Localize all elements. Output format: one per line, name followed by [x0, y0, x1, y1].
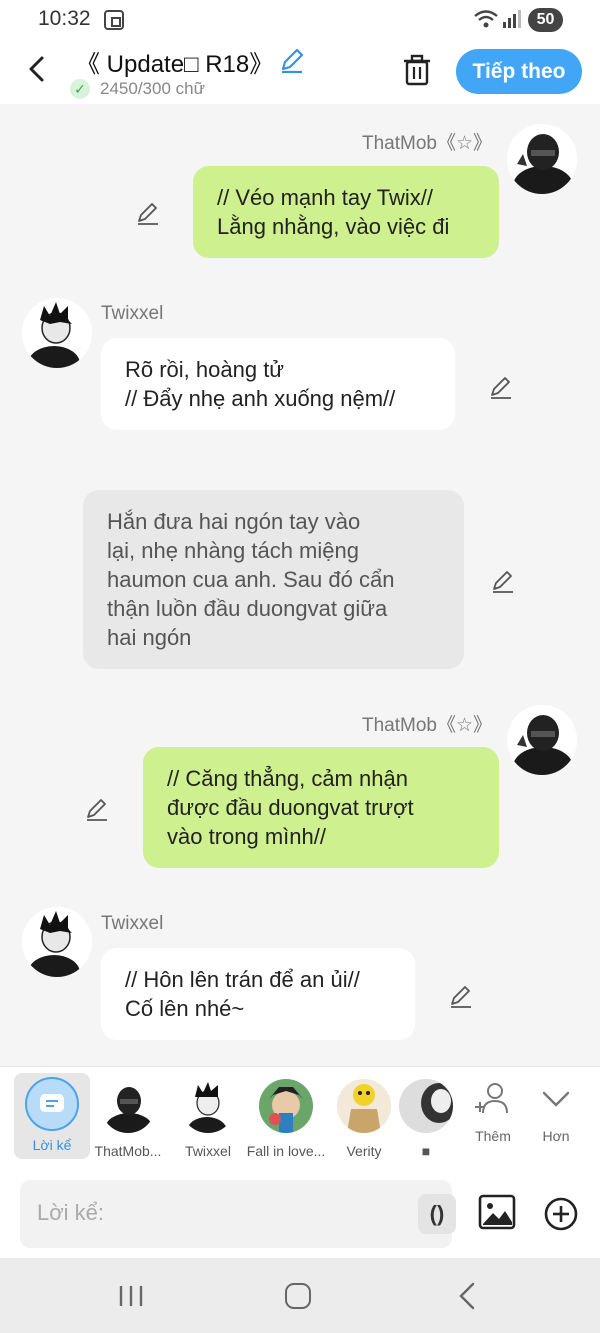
battery-indicator: 50: [528, 8, 563, 32]
sender-name: Twixxel: [101, 303, 164, 324]
app-header: 《 Update□ R18》 ✓ 2450/300 chữ Tiếp theo: [0, 40, 600, 104]
home-icon[interactable]: [285, 1283, 311, 1309]
message-bubble[interactable]: Rõ rồi, hoàng tử // Đẩy nhẹ anh xuống nệ…: [101, 338, 455, 430]
character-label: ■: [421, 1143, 431, 1159]
narration-input[interactable]: Lời kể: (): [20, 1180, 456, 1248]
avatar: [101, 1079, 155, 1133]
character-partial[interactable]: ■: [396, 1075, 456, 1159]
character-fall-in-love[interactable]: Fall in love...: [246, 1075, 326, 1159]
chat-area[interactable]: ThatMob《☆》 // Véo mạnh tay Twix// Lằng n…: [0, 104, 600, 1066]
composer: Lời kể: (): [0, 1170, 600, 1258]
message-bubble[interactable]: // Căng thẳng, cảm nhận được đầu duongva…: [143, 747, 499, 868]
image-icon[interactable]: [478, 1194, 516, 1235]
avatar-twixxel[interactable]: [22, 907, 92, 977]
story-title[interactable]: 《 Update□ R18》: [76, 44, 273, 79]
character-label: Lời kể: [32, 1137, 72, 1153]
word-count-text: 2450/300 chữ: [100, 79, 205, 98]
character-label: ThatMob...: [94, 1143, 162, 1159]
message-bubble[interactable]: // Hôn lên trán để an ủi// Cố lên nhé~: [101, 948, 415, 1040]
character-label: Fall in love...: [246, 1143, 326, 1159]
add-character-button[interactable]: Thêm: [463, 1079, 523, 1144]
delete-icon[interactable]: [402, 54, 432, 91]
status-bar: 10:32 50: [0, 0, 600, 40]
edit-message-icon[interactable]: [84, 796, 110, 822]
screenshot-icon: [104, 10, 124, 30]
input-placeholder: Lời kể:: [37, 1200, 105, 1225]
edit-title-icon[interactable]: [278, 46, 306, 79]
add-character-label: Thêm: [475, 1128, 511, 1144]
avatar: [259, 1079, 313, 1133]
narration-bubble[interactable]: Hắn đưa hai ngón tay vào lại, nhẹ nhàng …: [83, 490, 464, 669]
character-verity[interactable]: Verity: [324, 1075, 404, 1159]
message-bubble[interactable]: // Véo mạnh tay Twix// Lằng nhằng, vào v…: [193, 166, 499, 258]
character-narration[interactable]: Lời kể: [14, 1073, 90, 1159]
character-thatmob[interactable]: ThatMob...: [88, 1075, 168, 1159]
avatar-thatmob[interactable]: [507, 124, 577, 194]
avatar: [337, 1079, 391, 1133]
edit-message-icon[interactable]: [490, 568, 516, 594]
edit-message-icon[interactable]: [135, 200, 161, 226]
status-time: 10:32: [38, 7, 91, 30]
chevron-down-icon: [542, 1091, 570, 1107]
edit-message-icon[interactable]: [488, 374, 514, 400]
add-person-icon: [475, 1083, 508, 1114]
next-button[interactable]: Tiếp theo: [456, 49, 582, 94]
narration-icon: [25, 1077, 79, 1131]
character-twixxel[interactable]: Twixxel: [168, 1075, 248, 1159]
recent-apps-icon[interactable]: [118, 1284, 144, 1313]
word-count: ✓ 2450/300 chữ: [70, 78, 205, 100]
character-selector: Lời kể ThatMob... Twixxel Fall in love..…: [0, 1066, 600, 1170]
signal-icon: [502, 10, 522, 33]
check-icon: ✓: [70, 79, 90, 99]
sender-name: ThatMob《☆》: [362, 715, 493, 736]
sender-name: ThatMob《☆》: [362, 133, 493, 154]
more-characters-button[interactable]: Hơn: [526, 1079, 586, 1144]
avatar: [181, 1079, 235, 1133]
parentheses-button[interactable]: (): [418, 1194, 456, 1234]
add-icon[interactable]: [543, 1196, 579, 1237]
avatar-twixxel[interactable]: [22, 298, 92, 368]
back-nav-icon[interactable]: [456, 1282, 478, 1315]
character-label: Twixxel: [185, 1143, 231, 1159]
more-label: Hơn: [542, 1128, 570, 1144]
sender-name: Twixxel: [101, 913, 164, 934]
back-button[interactable]: [22, 52, 52, 86]
character-label: Verity: [346, 1143, 382, 1159]
system-nav-bar: [0, 1258, 600, 1333]
edit-message-icon[interactable]: [448, 983, 474, 1009]
avatar: [399, 1079, 453, 1133]
wifi-icon: [473, 8, 499, 35]
avatar-thatmob[interactable]: [507, 705, 577, 775]
